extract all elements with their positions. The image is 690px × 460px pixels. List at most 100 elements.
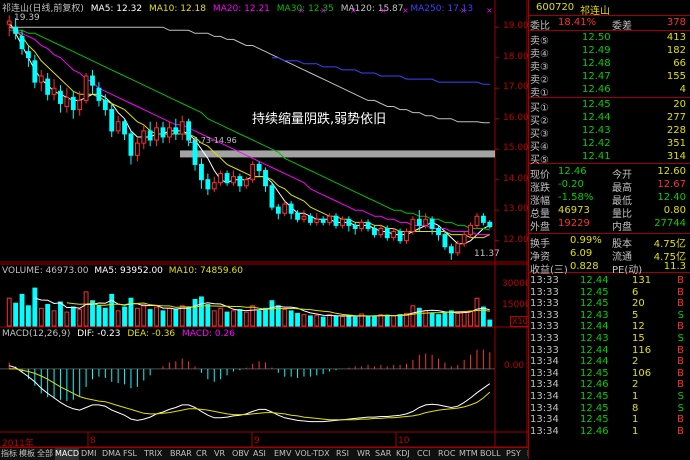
tick-side: B (677, 344, 684, 356)
price-tick-label: 15.00 (503, 143, 529, 154)
volume-bar (141, 304, 147, 327)
volume-bar (455, 312, 461, 327)
tab-trix[interactable]: TRIX (144, 448, 162, 460)
tab-dmi[interactable]: DMI (81, 448, 96, 460)
candle-body (288, 203, 294, 214)
candle-body (487, 221, 493, 228)
tab-sar[interactable]: SAR (375, 448, 391, 460)
candle-body (372, 227, 377, 236)
tab-全部[interactable]: 全部 (37, 448, 53, 460)
quote-panel: 600720 祁连山 委比 18.41% 委差 378 卖⑤ 12.50 413 卖④ 12.49 1… (528, 0, 690, 459)
candle-body (26, 51, 31, 59)
candle-body (359, 221, 365, 229)
volume-bar (442, 311, 448, 327)
macd-dea-label: DEA: -0.36 (127, 329, 176, 339)
tick-volume: 15 (632, 333, 645, 344)
tab-dma[interactable]: DMA (102, 448, 121, 460)
volume-axis-mid: 15000 (502, 300, 531, 310)
volume-bar (301, 314, 307, 327)
candle-body (96, 87, 102, 101)
volume-bar (128, 297, 134, 327)
volume-bar (263, 307, 268, 327)
tick-row: 13:34 12.46 1 B (528, 426, 690, 439)
extra-value: 11.3 (663, 261, 686, 272)
tick-time: 13:33 (530, 344, 559, 356)
volume-bar (102, 307, 108, 327)
price-tick-label: 17.00 (503, 82, 529, 93)
candle-body (416, 218, 422, 226)
tick-volume: 8 (632, 402, 639, 414)
tab-psy[interactable]: PSY (506, 448, 521, 460)
extra-row: 收益(三) 0.828 PE(动) 11.3 (528, 261, 690, 276)
tab-macd[interactable]: MACD (55, 448, 79, 460)
tab-roc[interactable]: ROC (438, 448, 455, 460)
volume-bar (77, 309, 83, 327)
tab-vol-tdx[interactable]: VOL-TDX (295, 448, 330, 460)
tab-boll[interactable]: BOLL (480, 448, 501, 460)
candle-body (13, 26, 19, 34)
volume-bar (384, 314, 390, 327)
volume-bar (468, 310, 473, 327)
volume-bar (288, 310, 294, 327)
candle-body (327, 215, 333, 223)
stat-value: -1.58% (558, 192, 594, 203)
volume-bar (410, 305, 416, 327)
extra-value: 0.99% (570, 235, 602, 246)
tab-vr[interactable]: VR (214, 448, 225, 460)
candle-body (51, 87, 57, 95)
volume-bar (307, 315, 313, 327)
tab-asi[interactable]: ASI (253, 448, 266, 460)
candle-body (160, 127, 166, 138)
candle-body (339, 218, 345, 226)
volume-bar (186, 306, 192, 327)
sell-volume: 155 (666, 71, 686, 82)
stat-row: 外盘 19229 内盘 27744 (528, 218, 690, 233)
volume-bar (160, 310, 166, 327)
tab-brar[interactable]: BRAR (170, 448, 192, 460)
candle-body (461, 234, 467, 245)
candle-body (58, 90, 63, 104)
volume-bar (256, 310, 262, 327)
sell-price: 12.46 (582, 84, 611, 95)
tab-kdj[interactable]: KDJ (396, 448, 410, 460)
tick-side: B (677, 367, 684, 379)
ma-line-ma5 (8, 20, 491, 245)
volume-bar (109, 293, 115, 327)
volume-bar (38, 307, 44, 327)
tab-emv[interactable]: EMV (274, 448, 291, 460)
tick-side: B (677, 298, 684, 310)
low-price-label: 11.37 (474, 249, 500, 259)
candle-body (134, 142, 140, 156)
volume-bar (64, 311, 70, 327)
chart-header: 祁连山(日线,前复权) MA5: 12.32 MA10: 12.18 MA20:… (2, 1, 473, 14)
tab-cci[interactable]: CCI (417, 448, 431, 460)
candle-body (250, 163, 256, 181)
macd-dea-line (9, 368, 491, 421)
tab-cr[interactable]: CR (196, 448, 207, 460)
tick-price: 12.45 (580, 402, 609, 414)
candle-body (423, 218, 429, 226)
kline-chart[interactable]: × × × × × × × (0, 0, 528, 447)
volume-bar (237, 309, 243, 327)
sell-volume: 182 (666, 45, 686, 56)
tab-fsl[interactable]: FSL (123, 448, 137, 460)
buy-row: 买④ 12.42 351 (528, 138, 690, 153)
tab-指标[interactable]: 指标 (1, 448, 17, 460)
tab-rsi[interactable]: RSI (336, 448, 349, 460)
tick-volume: 106 (632, 367, 652, 379)
stat-value: 0.80 (663, 205, 686, 216)
candle-body (64, 96, 70, 108)
candle-body (102, 99, 108, 111)
tab-obv[interactable]: OBV (232, 448, 249, 460)
tab-mtm[interactable]: MTM (459, 448, 478, 460)
tab-模板[interactable]: 模板 (19, 448, 35, 460)
buy-volume: 20 (673, 99, 686, 110)
tick-time: 13:33 (530, 286, 559, 298)
tab-wr[interactable]: WR (357, 448, 370, 460)
candle-body (282, 203, 288, 214)
ma30-label: MA30: 12.35 (276, 4, 334, 14)
tick-price: 12.46 (580, 379, 609, 391)
panel-divider (528, 0, 529, 459)
tick-side: S (677, 391, 684, 402)
price-tick-label: 13.00 (503, 204, 529, 215)
